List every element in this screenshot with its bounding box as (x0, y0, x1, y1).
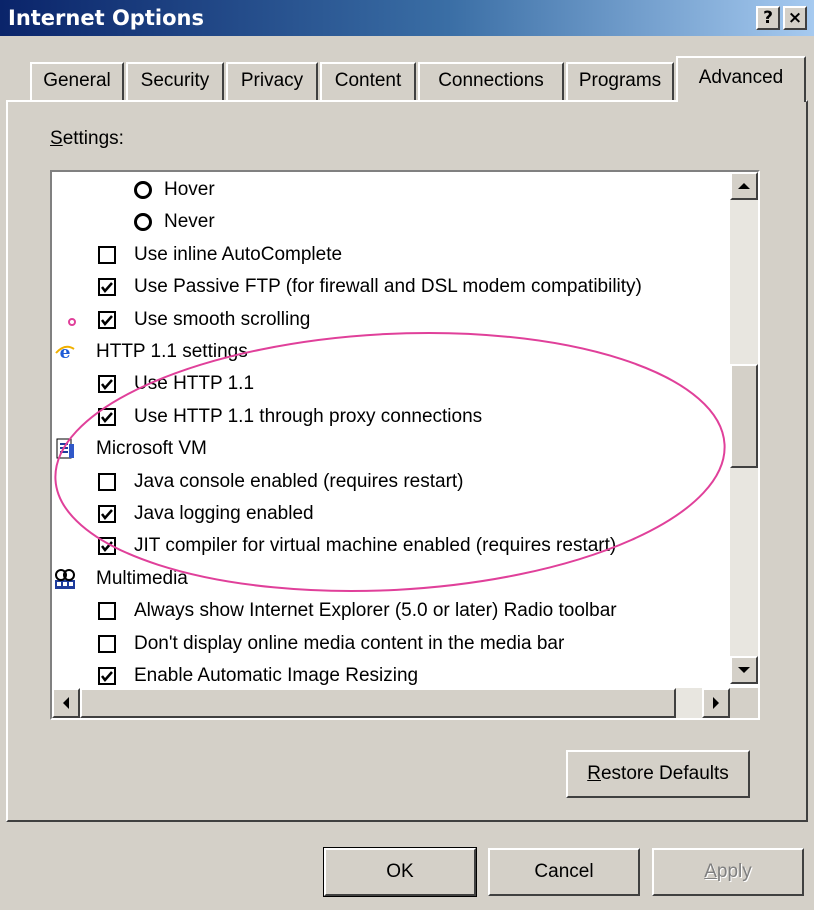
checkbox-use-inline-autocomplete[interactable] (98, 245, 116, 264)
tab-connections[interactable]: Connections (418, 62, 564, 100)
radio-hover[interactable] (134, 181, 152, 199)
setting-label: Always show Internet Explorer (5.0 or la… (134, 600, 617, 622)
apply-button[interactable]: Apply (652, 848, 804, 896)
setting-row[interactable]: Use HTTP 1.1 through proxy connections (52, 401, 752, 433)
setting-label: Hover (164, 179, 215, 200)
checkbox-use-smooth-scrolling[interactable] (98, 310, 116, 329)
right-arrow-icon (713, 697, 719, 709)
checkmark-icon (101, 314, 113, 326)
category-row: Microsoft VM (52, 433, 752, 465)
tab-advanced[interactable]: Advanced (676, 56, 806, 102)
setting-label: JIT compiler for virtual machine enabled… (134, 535, 617, 557)
cancel-button[interactable]: Cancel (488, 848, 640, 896)
settings-list[interactable]: Hover Never Use inline AutoComplete Use Pas… (50, 170, 760, 720)
setting-row[interactable]: Don't display online media content in th… (52, 628, 752, 660)
tab-content[interactable]: Content (320, 62, 416, 100)
tab-strip: General Security Privacy Content Connect… (0, 56, 814, 106)
horizontal-scrollbar[interactable] (52, 688, 730, 718)
checkbox-jit-compiler-for-virtual-machine-enabled-requires-restart[interactable] (98, 537, 116, 556)
setting-label: Java logging enabled (134, 503, 314, 524)
radio-never[interactable] (134, 213, 152, 232)
scroll-right-button[interactable] (702, 688, 730, 718)
setting-row[interactable]: Use smooth scrolling (52, 304, 752, 336)
title-bar[interactable]: Internet Options ? × (0, 0, 814, 36)
category-row: Multimedia (52, 563, 752, 595)
setting-row[interactable]: Use inline AutoComplete (52, 239, 752, 271)
checkmark-icon (101, 509, 113, 520)
checkbox-use-http-1-1-through-proxy-connections[interactable] (98, 407, 116, 426)
left-arrow-icon (63, 697, 69, 709)
setting-row[interactable]: Always show Internet Explorer (5.0 or la… (52, 595, 752, 627)
setting-label: Java console enabled (requires restart) (134, 470, 464, 492)
down-arrow-icon (738, 667, 750, 673)
window-title: Internet Options (8, 6, 204, 30)
help-button[interactable]: ? (756, 6, 780, 30)
scroll-up-button[interactable] (730, 172, 758, 200)
setting-row[interactable]: Never (52, 206, 752, 238)
setting-label: Use HTTP 1.1 through proxy connections (134, 405, 483, 427)
setting-label: Never (164, 211, 215, 233)
setting-label: Use inline AutoComplete (134, 243, 343, 265)
ok-button[interactable]: OK (323, 847, 477, 897)
settings-label: Settings: (50, 128, 124, 149)
multimedia-icon (54, 568, 76, 590)
setting-label: Microsoft VM (96, 438, 207, 460)
checkbox-enable-automatic-image-resizing[interactable] (98, 667, 116, 685)
setting-row[interactable]: Hover (52, 174, 752, 206)
vertical-scroll-thumb[interactable] (730, 364, 758, 468)
scroll-down-button[interactable] (730, 656, 758, 684)
scroll-left-button[interactable] (52, 688, 80, 718)
checkmark-icon (101, 671, 113, 682)
setting-row[interactable]: Java console enabled (requires restart) (52, 466, 752, 498)
checkbox-use-passive-ftp-for-firewall-and-dsl-modem-compatibility[interactable] (98, 278, 116, 297)
setting-row[interactable]: Java logging enabled (52, 498, 752, 530)
tab-programs[interactable]: Programs (566, 62, 674, 100)
checkbox-always-show-internet-explorer-5-0-or-later-radio-toolbar[interactable] (98, 602, 116, 621)
close-button[interactable]: × (783, 6, 807, 30)
checkbox-java-console-enabled-requires-restart[interactable] (98, 472, 116, 491)
checkmark-icon (101, 379, 113, 391)
scroll-corner (730, 688, 758, 718)
setting-label: Use Passive FTP (for firewall and DSL mo… (134, 276, 642, 298)
checkmark-icon (101, 411, 113, 423)
setting-label: Don't display online media content in th… (134, 632, 565, 654)
tab-general[interactable]: General (30, 62, 124, 100)
setting-row[interactable]: Use Passive FTP (for firewall and DSL mo… (52, 271, 752, 303)
vertical-scrollbar[interactable] (730, 172, 758, 684)
setting-label: Use HTTP 1.1 (134, 373, 255, 395)
checkbox-use-http-1-1[interactable] (98, 375, 116, 394)
category-row: e HTTP 1.1 settings (52, 336, 752, 368)
ie-logo-icon: e (54, 341, 76, 363)
checkmark-icon (101, 541, 113, 553)
checkmark-icon (101, 282, 113, 294)
setting-label: Multimedia (96, 567, 188, 589)
setting-label: HTTP 1.1 settings (96, 341, 248, 362)
tab-security[interactable]: Security (126, 62, 224, 100)
setting-row[interactable]: Use HTTP 1.1 (52, 368, 752, 400)
tab-privacy[interactable]: Privacy (226, 62, 318, 100)
setting-row[interactable]: JIT compiler for virtual machine enabled… (52, 530, 752, 562)
restore-defaults-button[interactable]: Restore Defaults (566, 750, 750, 798)
checkbox-don-t-display-online-media-content-in-the-media-bar[interactable] (98, 634, 116, 653)
horizontal-scroll-thumb[interactable] (80, 688, 676, 718)
setting-label: Use smooth scrolling (134, 308, 311, 330)
up-arrow-icon (738, 183, 750, 189)
checkbox-java-logging-enabled[interactable] (98, 505, 116, 523)
document-icon (54, 438, 76, 460)
